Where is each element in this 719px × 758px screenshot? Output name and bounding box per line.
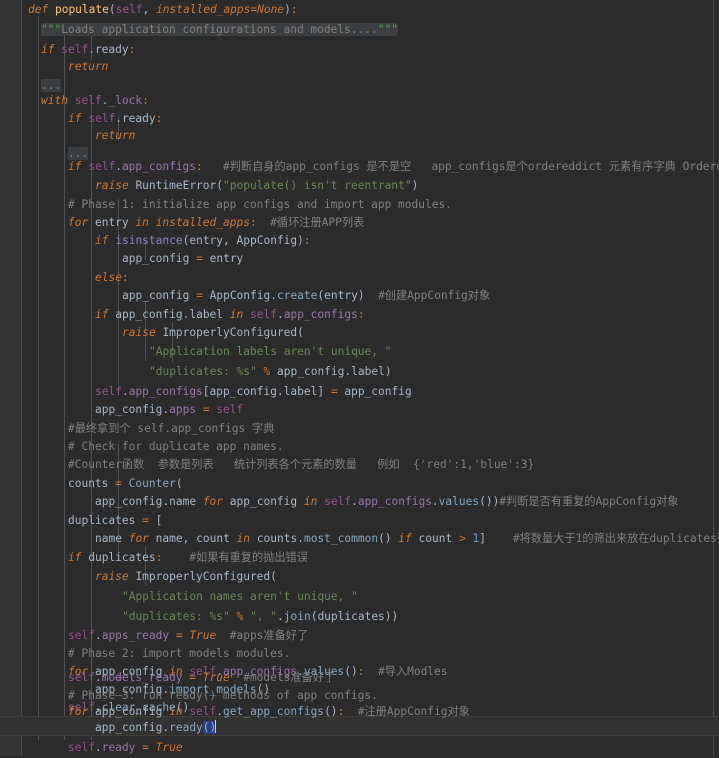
text-caret	[215, 720, 217, 733]
code-line-caret[interactable]: app_config.ready()	[95, 718, 217, 738]
text-selection[interactable]: ()	[202, 721, 217, 734]
code-line[interactable]: self.ready = True	[68, 738, 183, 758]
code-editor[interactable]: def populate(self, installed_apps=None):…	[0, 0, 719, 756]
code-lines-end[interactable]: self.models_ready = True #models准备好了 # P…	[0, 0, 719, 756]
